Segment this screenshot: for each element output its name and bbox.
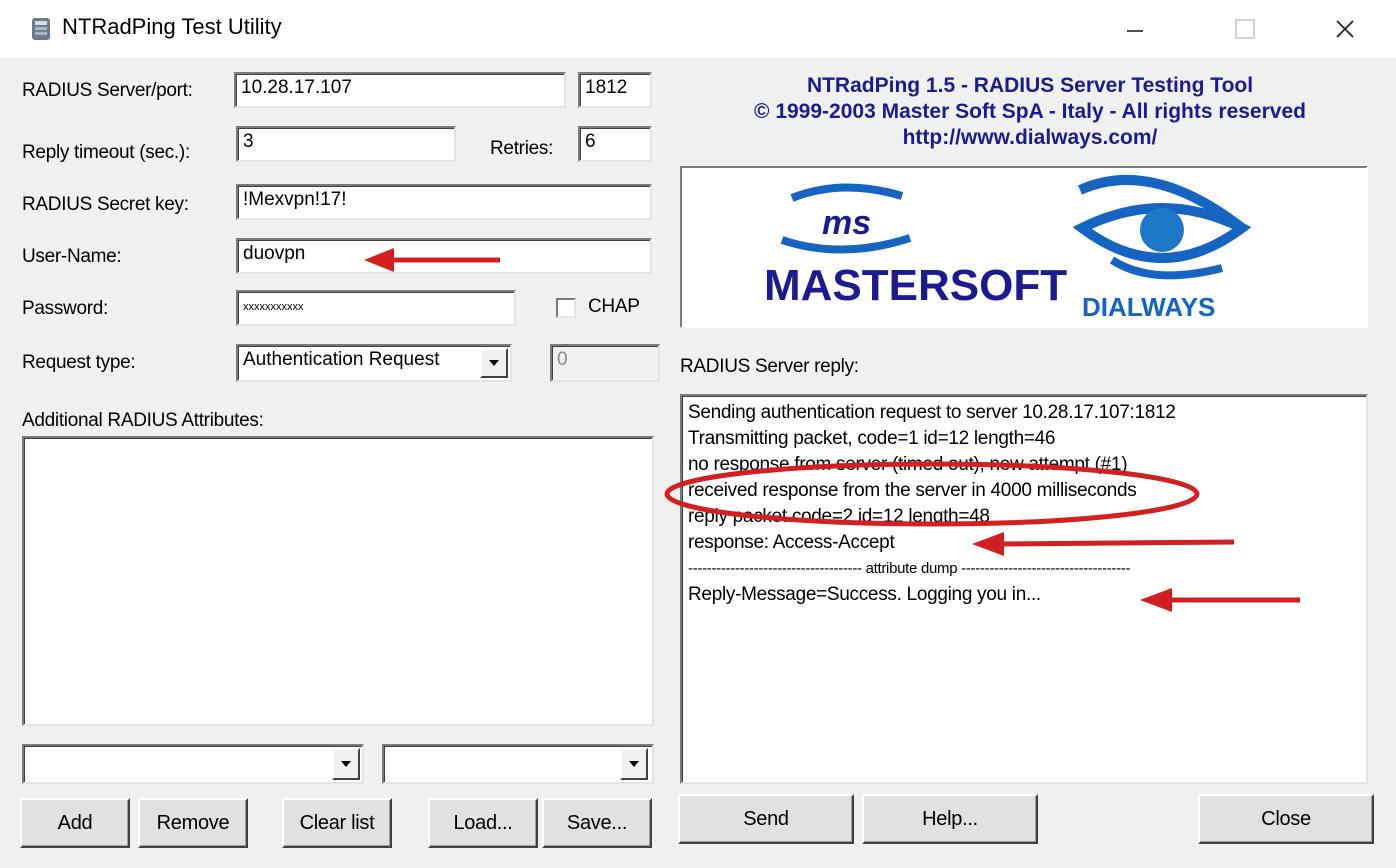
server-port-label: RADIUS Server/port:	[22, 80, 193, 101]
attributes-list[interactable]	[22, 436, 654, 726]
server-port-input[interactable]: 1812	[578, 72, 652, 108]
username-input[interactable]: duovpn	[236, 238, 652, 274]
secret-key-input[interactable]: !Mexvpn!17!	[236, 184, 652, 220]
timeout-label: Reply timeout (sec.):	[22, 142, 190, 163]
close-icon	[1336, 20, 1354, 38]
reply-line: no response from server (timed out), new…	[688, 454, 1128, 475]
header-url[interactable]: http://www.dialways.com/	[680, 126, 1380, 150]
server-address-input[interactable]: 10.28.17.107	[234, 72, 566, 108]
server-reply-log[interactable]: Sending authentication request to server…	[680, 394, 1368, 784]
header-copyright: © 1999-2003 Master Soft SpA - Italy - Al…	[754, 100, 1306, 123]
help-button[interactable]: Help...	[862, 794, 1038, 844]
mastersoft-logo: ms MASTERSOFT	[764, 183, 1067, 310]
additional-attributes-label: Additional RADIUS Attributes:	[22, 410, 264, 431]
reply-line: Sending authentication request to server…	[688, 402, 1176, 423]
app-icon	[32, 18, 50, 40]
logo-panel: ms MASTERSOFT DIALWAYS	[680, 166, 1368, 328]
chevron-down-icon	[629, 761, 639, 767]
maximize-icon	[1235, 19, 1255, 39]
attribute-name-dropdown-button[interactable]	[332, 748, 360, 780]
dialways-logo: DIALWAYS	[1072, 175, 1252, 322]
retries-label: Retries:	[490, 138, 554, 159]
chap-label: CHAP	[588, 296, 640, 317]
retries-input[interactable]: 6	[578, 126, 652, 162]
minimize-icon	[1127, 30, 1143, 32]
add-button[interactable]: Add	[20, 798, 130, 848]
mastersoft-wordmark: MASTERSOFT	[764, 261, 1067, 310]
header-title: NTRadPing 1.5 - RADIUS Server Testing To…	[806, 74, 1254, 97]
timeout-input[interactable]: 3	[236, 126, 456, 162]
password-label: Password:	[22, 298, 109, 319]
username-label: User-Name:	[22, 246, 122, 267]
minimize-button[interactable]	[1100, 6, 1170, 52]
maximize-button[interactable]	[1210, 6, 1280, 52]
reply-line: Transmitting packet, code=1 id=12 length…	[688, 428, 1056, 449]
request-type-select[interactable]: Authentication Request	[236, 344, 512, 382]
reply-line: response: Access-Accept	[688, 532, 895, 553]
window-title: NTRadPing Test Utility	[62, 14, 282, 39]
close-button[interactable]: Close	[1198, 794, 1374, 844]
reply-line: reply packet code=2 id=12 length=48	[688, 506, 990, 527]
reply-line: ------------------------------------- at…	[688, 560, 1131, 577]
close-window-button[interactable]	[1310, 6, 1380, 52]
dialways-wordmark: DIALWAYS	[1082, 292, 1215, 322]
reply-line: Reply-Message=Success. Logging you in...	[688, 584, 1041, 605]
logos-graphic: ms MASTERSOFT DIALWAYS	[764, 175, 1252, 322]
clear-list-button[interactable]: Clear list	[282, 798, 392, 848]
reply-line: received response from the server in 400…	[688, 480, 1137, 501]
title-bar: NTRadPing Test Utility	[0, 0, 1396, 58]
load-button[interactable]: Load...	[428, 798, 538, 848]
secret-key-label: RADIUS Secret key:	[22, 194, 189, 215]
attribute-name-select[interactable]	[22, 744, 364, 784]
attribute-value-dropdown-button[interactable]	[620, 748, 648, 780]
request-type-label: Request type:	[22, 352, 136, 373]
server-reply-label: RADIUS Server reply:	[680, 356, 859, 377]
ms-mark: ms	[822, 204, 871, 242]
attribute-value-select[interactable]	[382, 744, 654, 784]
remove-button[interactable]: Remove	[138, 798, 248, 848]
chevron-down-icon	[489, 360, 499, 366]
request-type-dropdown-button[interactable]	[480, 348, 508, 378]
chevron-down-icon	[341, 761, 351, 767]
save-button[interactable]: Save...	[542, 798, 652, 848]
request-extra-input: 0	[550, 344, 660, 382]
send-button[interactable]: Send	[678, 794, 854, 844]
chap-checkbox[interactable]	[556, 298, 576, 318]
password-input[interactable]: xxxxxxxxxxx	[236, 290, 516, 326]
